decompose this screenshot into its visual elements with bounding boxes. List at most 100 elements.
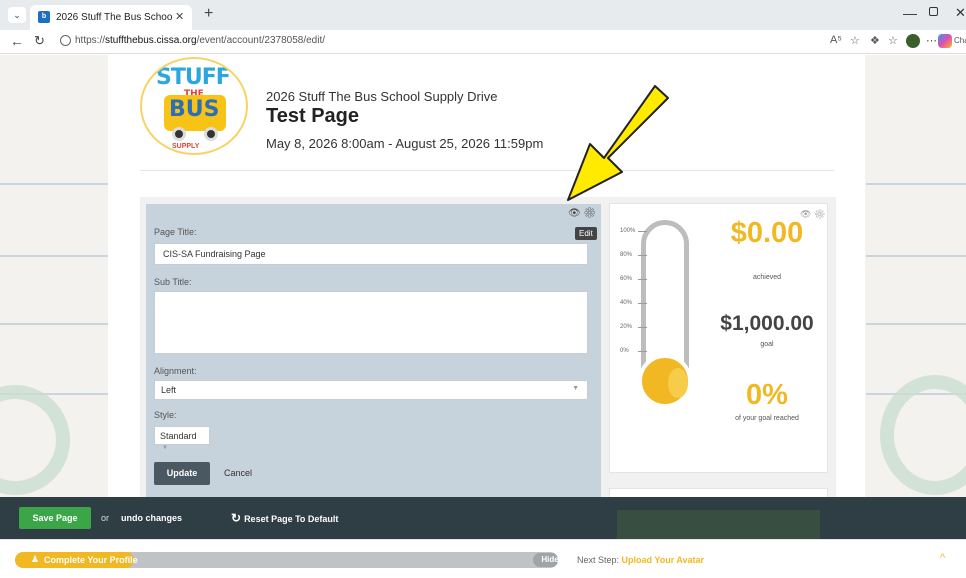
new-tab-plus-icon[interactable]: + [204,5,213,23]
tab-title: 2026 Stuff The Bus School Supply [56,12,172,23]
url-field[interactable]: https://stuffthebus.cissa.org/event/acco… [54,32,814,51]
favorite-star-icon[interactable]: ☆ [850,34,860,47]
copilot-label[interactable]: Cha [954,36,966,45]
next-step-text: Next Step: Upload Your Avatar [577,555,704,565]
favorites-icon[interactable]: ☆ [888,34,898,47]
copilot-icon[interactable] [938,34,952,48]
upload-avatar-link[interactable]: Upload Your Avatar [622,555,705,565]
decorative-line [866,323,966,325]
settings-gear-icon[interactable]: ⚙ [583,208,596,219]
decorative-swirl [0,385,70,495]
yellow-pointer-arrow [567,85,669,201]
obscured-button [617,510,820,539]
visibility-eye-icon[interactable]: 👁 [568,208,581,219]
page-title: Test Page [266,105,359,127]
sub-title-label: Sub Title: [154,277,192,287]
goal-percent-label: of your goal reached [735,415,799,422]
decorative-line [0,255,108,257]
reset-arrow-icon: ↻ [231,511,242,525]
profile-progress-track[interactable]: ♟ Complete Your Profile Hide [15,552,558,568]
logo-text-stuff: STUFF [156,65,231,90]
alignment-label: Alignment: [154,366,197,376]
refresh-icon[interactable]: ↻ [34,33,45,49]
header-divider [140,170,834,171]
logo-wheel [204,127,218,141]
or-text: or [101,513,110,523]
tick-label: 0% [620,348,629,354]
page-title-label: Page Title: [154,227,197,237]
window-minimize-icon[interactable]: — [903,5,917,21]
tick-mark [638,255,647,256]
browser-tab[interactable]: b 2026 Stuff The Bus School Supply ✕ [30,5,192,30]
alignment-select[interactable]: Left ▼ [154,380,588,400]
tick-mark [638,303,647,304]
user-icon: ♟ [31,554,40,564]
bulb-highlight [668,368,688,398]
decorative-line [866,183,966,185]
goal-percent: 0% [746,379,788,411]
page-title-edit-panel: 👁 ⚙ Edit Page Title: CIS-SA Fundraising … [146,204,601,497]
back-arrow-icon[interactable]: ← [10,33,24,49]
decorative-line [866,255,966,257]
tick-mark [638,327,647,328]
goal-label: goal [760,341,774,348]
save-page-button[interactable]: Save Page [19,507,91,529]
browser-address-bar: ← ↻ https://stuffthebus.cissa.org/event/… [0,30,966,54]
panel-icons: 👁 ⚙ [568,208,596,219]
logo-text-supply: SUPPLY [172,143,200,150]
save-bar: Save Page or undo changes ↻ Reset Page To… [0,497,966,539]
sub-title-textarea[interactable] [154,291,588,354]
window-maximize-icon[interactable] [929,7,938,16]
profile-progress-bar: ♟ Complete Your Profile Hide Next Step: … [0,539,966,578]
cancel-link[interactable]: Cancel [224,468,252,478]
profile-avatar[interactable] [906,34,920,48]
update-button[interactable]: Update [154,462,210,485]
thermometer-bulb [638,354,692,408]
tick-mark [638,231,647,232]
style-selected-value: Standard [160,431,197,441]
edit-tooltip: Edit [575,227,597,240]
logo-text-bus: BUS [169,97,220,122]
undo-changes-link[interactable]: undo changes [121,513,182,523]
decorative-line [0,323,108,325]
tick-mark [638,279,647,280]
read-aloud-icon[interactable]: A⁵ [830,34,842,46]
stuff-the-bus-logo: STUFF THE BUS SUPPLY [140,57,248,155]
browser-tab-bar: ⌄ b 2026 Stuff The Bus School Supply ✕ +… [0,0,966,30]
browser-toolbar-icons: A⁵ ☆ ❖ ☆ ⋯ Cha [830,34,966,50]
reset-page-link[interactable]: ↻ Reset Page To Default [231,511,338,525]
goal-amount: $1,000.00 [720,312,814,335]
tick-mark [638,351,647,352]
tab-close-icon[interactable]: ✕ [175,10,184,23]
event-dates: May 8, 2026 8:00am - August 25, 2026 11:… [266,136,544,151]
fundraising-thermometer-widget: 👁 ⚙ 100% 80% 60% 40% 20% 0% $0.00 achiev… [609,203,828,473]
alignment-selected-value: Left [161,385,177,395]
more-menu-icon[interactable]: ⋯ [926,34,937,47]
style-label: Style: [154,410,177,420]
decorative-line [0,183,108,185]
tab-actions-chevron-icon[interactable]: ⌄ [8,7,26,23]
achieved-label: achieved [752,274,782,281]
site-info-icon[interactable] [60,35,71,46]
event-name: 2026 Stuff The Bus School Supply Drive [266,89,498,104]
chevron-up-icon[interactable]: ^ [940,552,945,564]
tick-label: 80% [620,252,633,258]
tick-label: 100% [620,228,636,234]
achieved-amount: $0.00 [730,217,804,249]
tick-label: 40% [620,300,633,306]
tick-label: 20% [620,324,633,330]
hide-button[interactable]: Hide [533,553,558,567]
extensions-icon[interactable]: ❖ [870,34,880,47]
site-favicon-icon: b [38,11,50,23]
complete-profile-label: Complete Your Profile [44,555,138,565]
dropdown-caret-icon: ▼ [572,385,579,392]
next-step-prefix: Next Step: [577,555,620,565]
tick-label: 60% [620,276,633,282]
page-title-input[interactable]: CIS-SA Fundraising Page [154,243,588,265]
reset-page-label: Reset Page To Default [244,514,339,524]
style-select[interactable]: Standard ▼ [154,426,210,451]
logo-wheel [172,127,186,141]
dropdown-caret-icon: ▼ [162,445,168,451]
window-close-icon[interactable]: ✕ [955,5,966,21]
url-text: https://stuffthebus.cissa.org/event/acco… [75,35,325,46]
